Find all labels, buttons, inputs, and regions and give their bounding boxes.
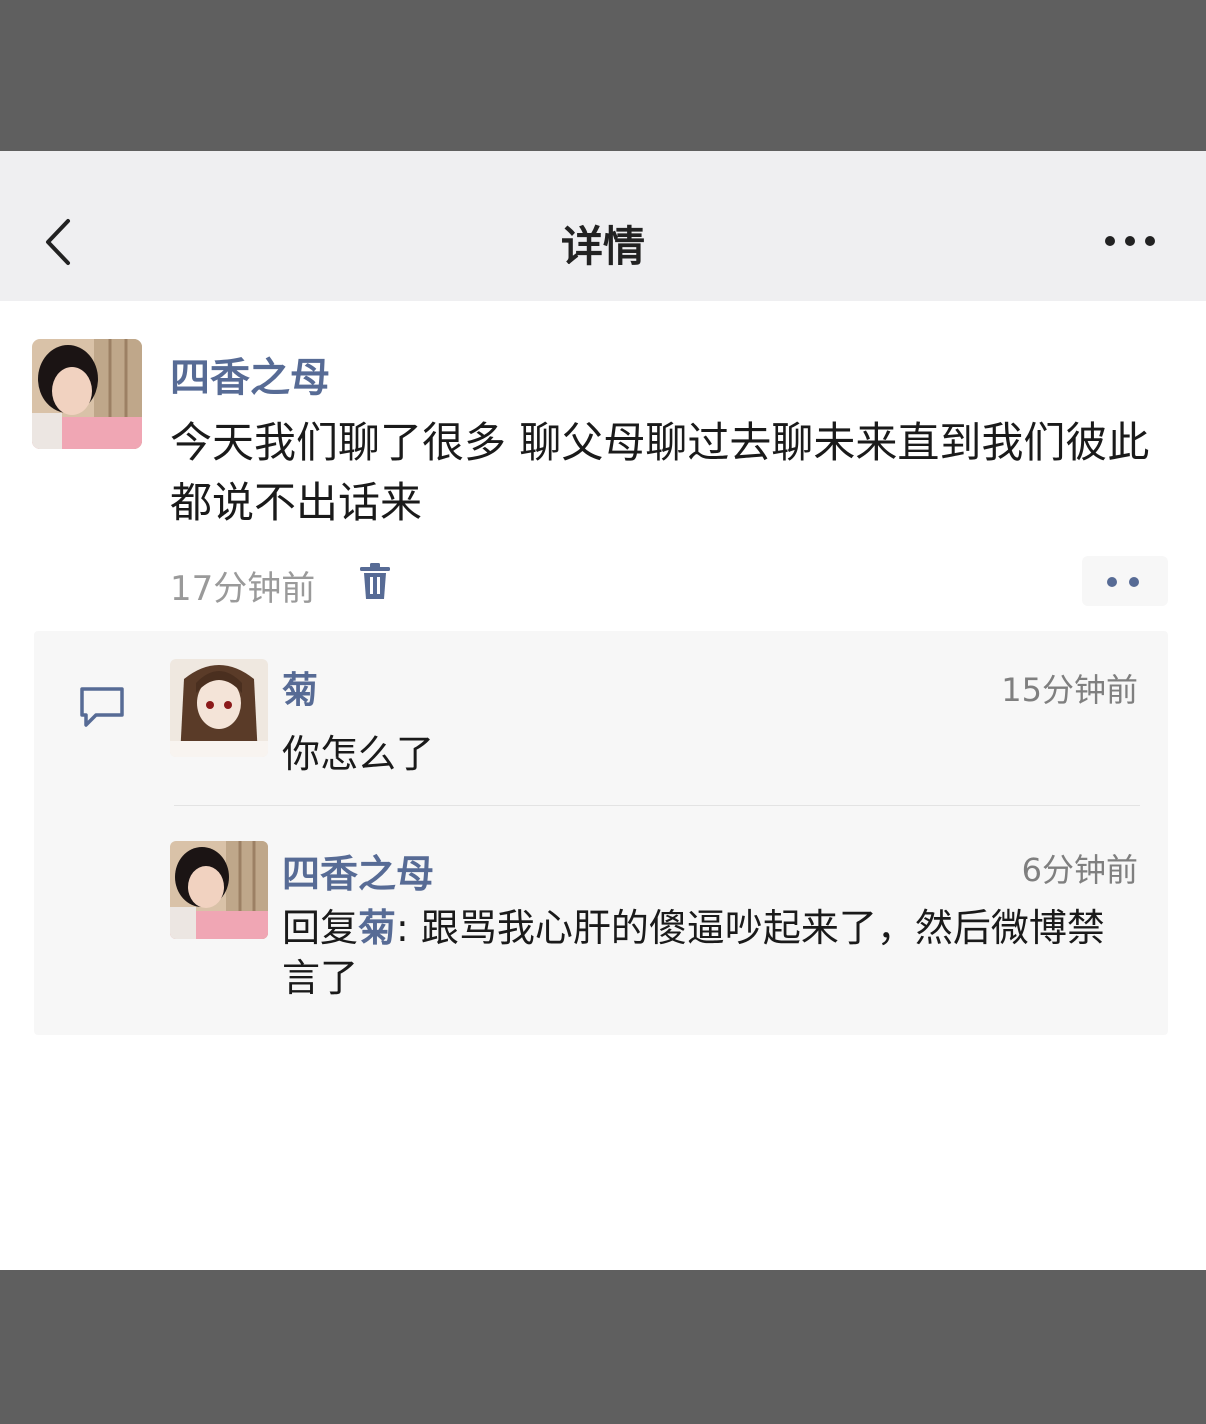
navigation-bar: 详情 [0,151,1206,301]
comment-author-avatar[interactable] [170,659,268,757]
comment-author-name[interactable]: 菊 [282,661,318,713]
detail-screen: 详情 四香之母 今天我们聊了很多 聊父母聊过去聊未来直到我们彼此都说不出话来 1… [0,151,1206,1270]
reply-timestamp: 6分钟前 [1021,851,1138,889]
post-timestamp: 17分钟前 [170,569,316,609]
reply-author-name[interactable]: 四香之母 [282,843,434,898]
comment-section: 菊 15分钟前 你怎么了 四香之母 6分钟前 回复菊: 跟骂我心肝的傻逼吵起来了… [34,631,1168,1035]
post-author-name[interactable]: 四香之母 [170,345,330,403]
post-content: 今天我们聊了很多 聊父母聊过去聊未来直到我们彼此都说不出话来 [170,418,1150,527]
reply-prefix: 回复 [282,906,359,950]
comment-divider [174,805,1140,806]
delete-icon[interactable] [358,563,392,601]
reply-author-avatar[interactable] [170,841,268,939]
reply-body: : 跟骂我心肝的傻逼吵起来了，然后微博禁言了 [282,906,1105,1000]
comment-text[interactable]: 你怎么了 [282,723,434,778]
comment-icon [80,687,124,727]
like-comment-button[interactable] [1082,556,1168,606]
reply-target-name[interactable]: 菊 [358,906,396,950]
two-dots-icon [1107,577,1139,587]
reply-text[interactable]: 回复菊: 跟骂我心肝的傻逼吵起来了，然后微博禁言了 [282,903,1142,1003]
post-author-avatar[interactable] [32,339,142,449]
comment-timestamp: 15分钟前 [1001,671,1138,709]
more-icon[interactable] [1100,231,1160,251]
page-title: 详情 [560,222,645,271]
